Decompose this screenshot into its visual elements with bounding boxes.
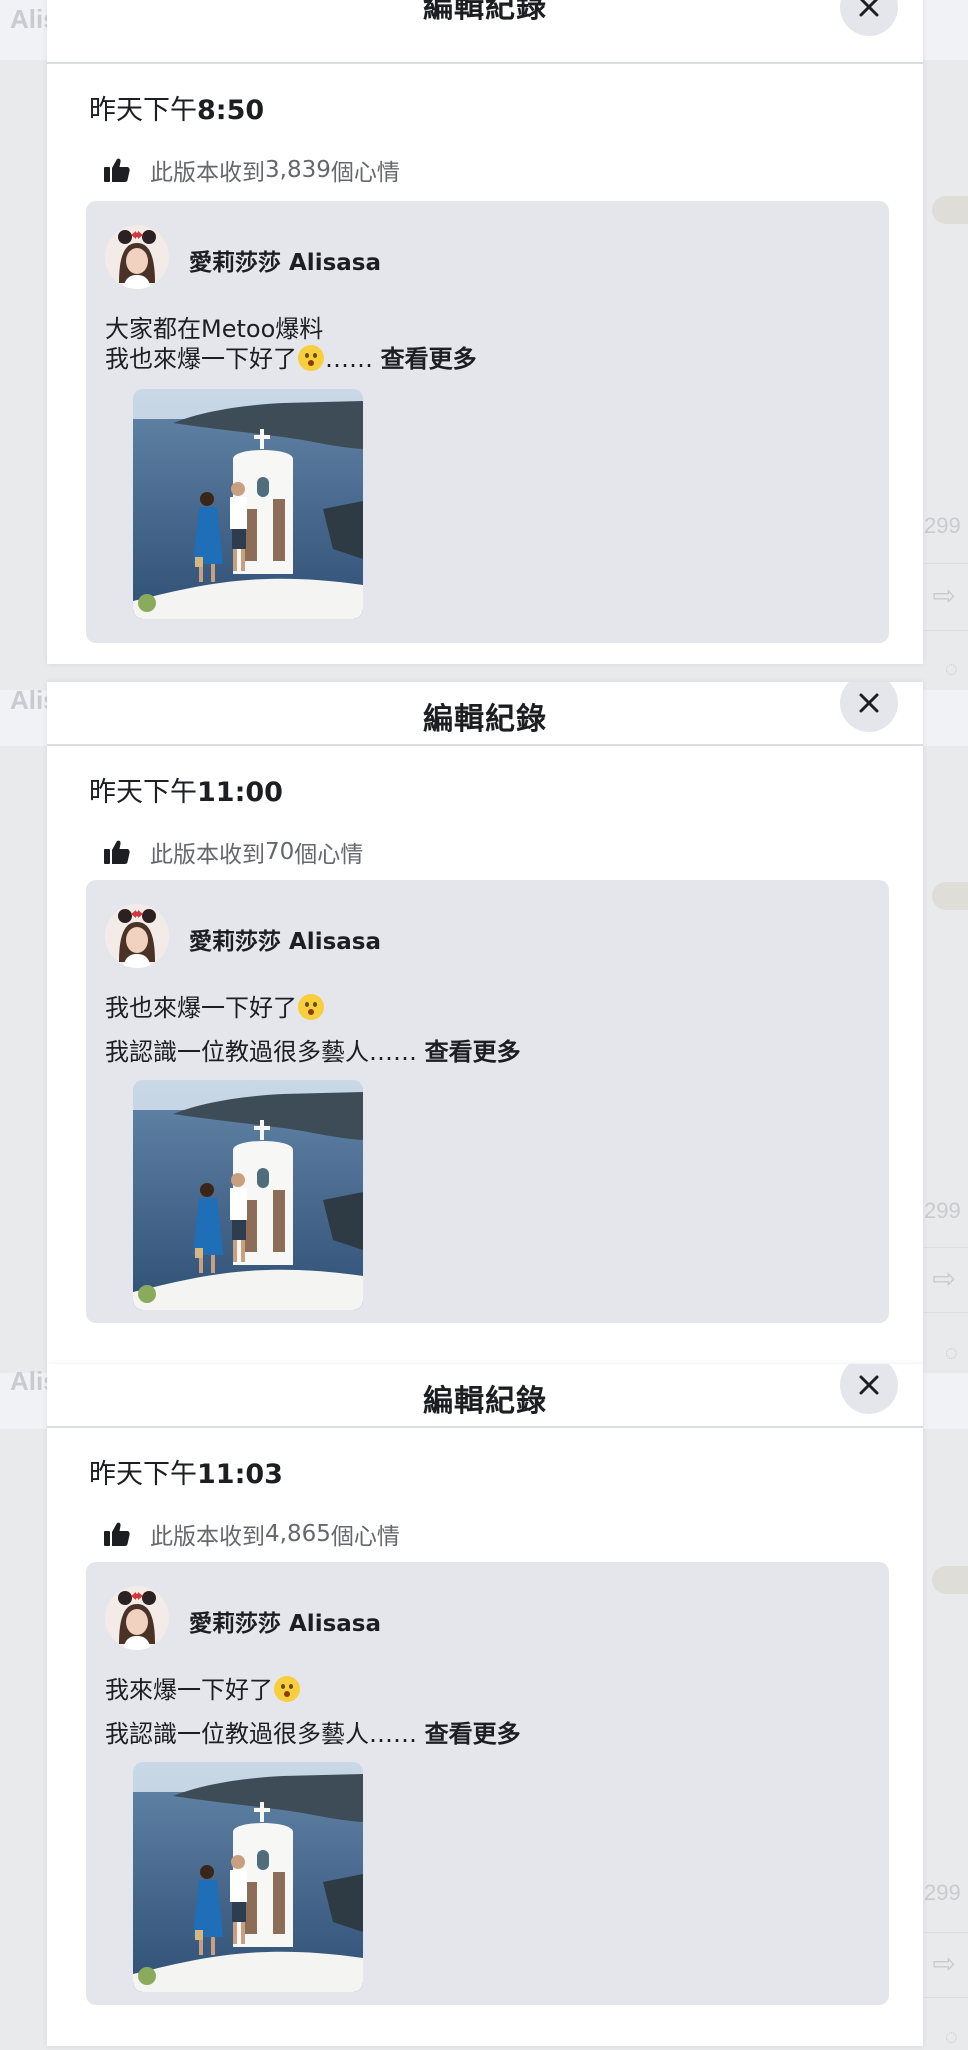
comment-icon: ◌: [944, 2024, 958, 2049]
post-text-line: 我也來爆一下好了: [105, 988, 325, 1023]
shushing-face-emoji: [298, 345, 324, 371]
post-text: 我來爆一下好了: [105, 1676, 273, 1704]
dialog-header: 編輯紀錄: [47, 0, 923, 64]
dialog-title: 編輯紀錄: [423, 1384, 547, 1419]
post-text: 我認識一位教過很多藝人……: [105, 1038, 417, 1066]
post-text: 我認識一位教過很多藝人……: [105, 1720, 417, 1748]
post-author: 愛莉莎莎 Alisasa: [189, 1611, 381, 1637]
avatar: [105, 904, 169, 968]
post-photo[interactable]: [133, 1762, 363, 1992]
edit-history-dialog: 編輯紀錄 昨天下午8:50 此版本收到 3,839 個心情 愛莉莎莎 Alisa…: [47, 0, 923, 664]
version-reactions: 此版本收到 4,865 個心情: [103, 1517, 400, 1551]
edit-history-dialog: 編輯紀錄 昨天下午11:03 此版本收到 4,865 個心情 愛莉莎莎 Alis…: [47, 1364, 923, 2046]
dialog-header: 編輯紀錄: [47, 682, 923, 746]
version-date: 昨天下午: [89, 777, 197, 808]
post-text: 我也來爆一下好了: [105, 994, 297, 1022]
reactions-prefix: 此版本收到: [150, 160, 265, 186]
version-timestamp: 昨天下午11:00: [89, 770, 283, 809]
thumbs-up-icon: [104, 158, 130, 182]
comment-icon: ◌: [944, 1340, 958, 1365]
version-clock: 8:50: [197, 95, 265, 126]
see-more-link[interactable]: 查看更多: [425, 1720, 521, 1748]
close-icon: [859, 0, 879, 17]
share-icon: ⇨: [932, 580, 956, 611]
post-text-line: 我認識一位教過很多藝人…… 查看更多: [105, 1032, 521, 1067]
version-timestamp: 昨天下午8:50: [89, 88, 264, 127]
see-more-link[interactable]: 查看更多: [381, 345, 477, 373]
shushing-face-emoji: [274, 1676, 300, 1702]
dialog-header: 編輯紀錄: [47, 1364, 923, 1428]
version-reactions: 此版本收到 3,839 個心情: [103, 153, 400, 187]
post-preview-card: 愛莉莎莎 Alisasa 大家都在Metoo爆料 我也來爆一下好了…… 查看更多: [86, 201, 889, 643]
avatar: [105, 225, 169, 289]
post-text: ……: [325, 345, 373, 373]
comment-icon: ◌: [944, 656, 958, 681]
version-clock: 11:03: [197, 1459, 283, 1490]
close-icon: [859, 1375, 879, 1395]
share-icon: ⇨: [932, 1263, 956, 1294]
dialog-title: 編輯紀錄: [423, 702, 547, 737]
post-author: 愛莉莎莎 Alisasa: [189, 929, 381, 955]
dialog-title: 編輯紀錄: [423, 0, 547, 25]
thumbs-up-icon: [104, 840, 130, 864]
version-date: 昨天下午: [89, 95, 197, 126]
post-photo[interactable]: [133, 389, 363, 619]
see-more-link[interactable]: 查看更多: [425, 1038, 521, 1066]
post-photo[interactable]: [133, 1080, 363, 1310]
post-text-line: 我來爆一下好了: [105, 1670, 301, 1705]
avatar: [105, 1586, 169, 1650]
post-text-line: 我也來爆一下好了 …… 查看更多: [105, 339, 477, 374]
version-reactions: 此版本收到 70 個心情: [103, 835, 363, 869]
reaction-count: 70: [265, 839, 295, 865]
post-preview-card: 愛莉莎莎 Alisasa 我來爆一下好了 我認識一位教過很多藝人…… 查看更多: [86, 1562, 889, 2005]
post-text: 我也來爆一下好了: [105, 345, 297, 373]
post-preview-card: 愛莉莎莎 Alisasa 我也來爆一下好了 我認識一位教過很多藝人…… 查看更多: [86, 880, 889, 1323]
reactions-prefix: 此版本收到: [150, 842, 265, 868]
close-button[interactable]: [840, 0, 898, 36]
version-timestamp: 昨天下午11:03: [89, 1452, 283, 1491]
thumbs-up-icon: [104, 1522, 130, 1546]
reactions-suffix: 個心情: [294, 842, 364, 868]
close-icon: [859, 693, 879, 713]
share-icon: ⇨: [932, 1948, 956, 1979]
post-author: 愛莉莎莎 Alisasa: [189, 250, 381, 276]
reaction-count: 3,839: [265, 157, 331, 183]
reactions-suffix: 個心情: [330, 160, 400, 186]
post-text-line: 我認識一位教過很多藝人…… 查看更多: [105, 1714, 521, 1749]
version-date: 昨天下午: [89, 1459, 197, 1490]
edit-history-dialog: 編輯紀錄 昨天下午11:00 此版本收到 70 個心情 愛莉莎莎 Alisasa…: [47, 682, 923, 1364]
reaction-count: 4,865: [265, 1521, 331, 1547]
shushing-face-emoji: [298, 994, 324, 1020]
version-clock: 11:00: [197, 777, 283, 808]
reactions-prefix: 此版本收到: [150, 1524, 265, 1550]
reactions-suffix: 個心情: [330, 1524, 400, 1550]
